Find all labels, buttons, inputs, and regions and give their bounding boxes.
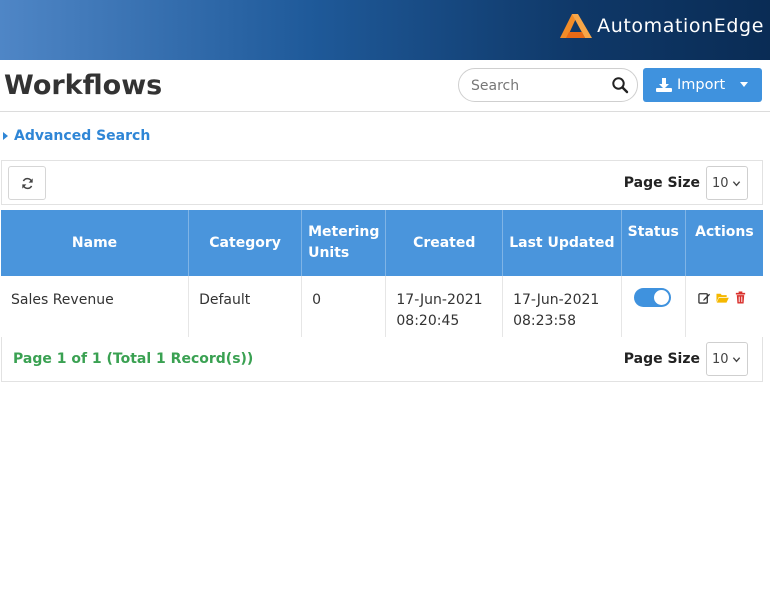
updated-time: 08:23:58 — [513, 313, 576, 329]
column-header-category[interactable]: Category — [188, 210, 303, 276]
updated-date: 17-Jun-2021 — [513, 292, 600, 308]
cell-category: Default — [188, 276, 303, 338]
brand-name: AutomationEdge — [597, 15, 764, 37]
chevron-down-icon — [732, 357, 741, 363]
cell-created: 17-Jun-2021 08:20:45 — [385, 276, 504, 338]
cell-status — [621, 276, 686, 338]
workflows-table: Name Category Metering Units Created Las… — [1, 210, 763, 338]
column-header-created[interactable]: Created — [385, 210, 504, 276]
delete-icon[interactable] — [734, 291, 747, 304]
created-time: 08:20:45 — [396, 313, 460, 329]
column-header-actions: Actions — [685, 210, 763, 276]
table-header-row: Name Category Metering Units Created Las… — [1, 210, 763, 276]
table-row[interactable]: Sales Revenue Default 0 17-Jun-2021 08:2… — [1, 276, 763, 338]
import-dropdown-caret-icon[interactable] — [740, 82, 748, 87]
search-box[interactable] — [458, 68, 638, 102]
column-header-last-updated[interactable]: Last Updated — [502, 210, 622, 276]
record-info: Page 1 of 1 (Total 1 Record(s)) — [13, 351, 254, 367]
cell-actions — [685, 276, 763, 338]
status-toggle[interactable] — [633, 288, 671, 307]
search-icon[interactable] — [611, 76, 629, 94]
page-title: Workflows — [4, 70, 163, 101]
footer-page-size-select[interactable]: 10 — [706, 342, 748, 376]
refresh-button[interactable] — [8, 166, 46, 200]
advanced-search-label: Advanced Search — [14, 128, 151, 144]
column-header-metering-units[interactable]: Metering Units — [301, 210, 387, 276]
page-size-label: Page Size — [623, 175, 700, 191]
column-header-name[interactable]: Name — [1, 210, 190, 276]
row-actions — [698, 291, 753, 304]
table-footer: Page 1 of 1 (Total 1 Record(s)) Page Siz… — [1, 337, 763, 382]
footer-page-size-label: Page Size — [623, 351, 700, 367]
automationedge-logo-icon — [560, 14, 593, 38]
footer-page-size-value: 10 — [712, 351, 729, 367]
folder-open-icon[interactable] — [716, 291, 729, 304]
chevron-down-icon — [732, 181, 741, 187]
page-size-select[interactable]: 10 — [706, 166, 748, 200]
brand-logo[interactable]: AutomationEdge — [558, 11, 764, 41]
column-header-status: Status — [621, 210, 686, 276]
cell-last-updated: 17-Jun-2021 08:23:58 — [502, 276, 622, 338]
advanced-search-toggle[interactable]: Advanced Search — [3, 128, 150, 144]
toggle-knob — [653, 290, 669, 305]
caret-right-icon — [3, 132, 8, 140]
cell-metering-units: 0 — [301, 276, 387, 338]
search-input[interactable] — [471, 76, 611, 96]
import-label: Import — [677, 77, 726, 93]
import-button[interactable]: Import — [643, 68, 762, 102]
app-header: AutomationEdge — [0, 0, 770, 60]
download-icon — [656, 78, 672, 92]
table-toolbar: Page Size 10 — [1, 160, 763, 205]
refresh-icon — [21, 177, 33, 189]
cell-name: Sales Revenue — [1, 276, 190, 338]
created-date: 17-Jun-2021 — [396, 292, 483, 308]
edit-icon[interactable] — [698, 291, 711, 304]
title-bar: Workflows Import — [0, 60, 770, 112]
page-size-value: 10 — [712, 175, 729, 191]
